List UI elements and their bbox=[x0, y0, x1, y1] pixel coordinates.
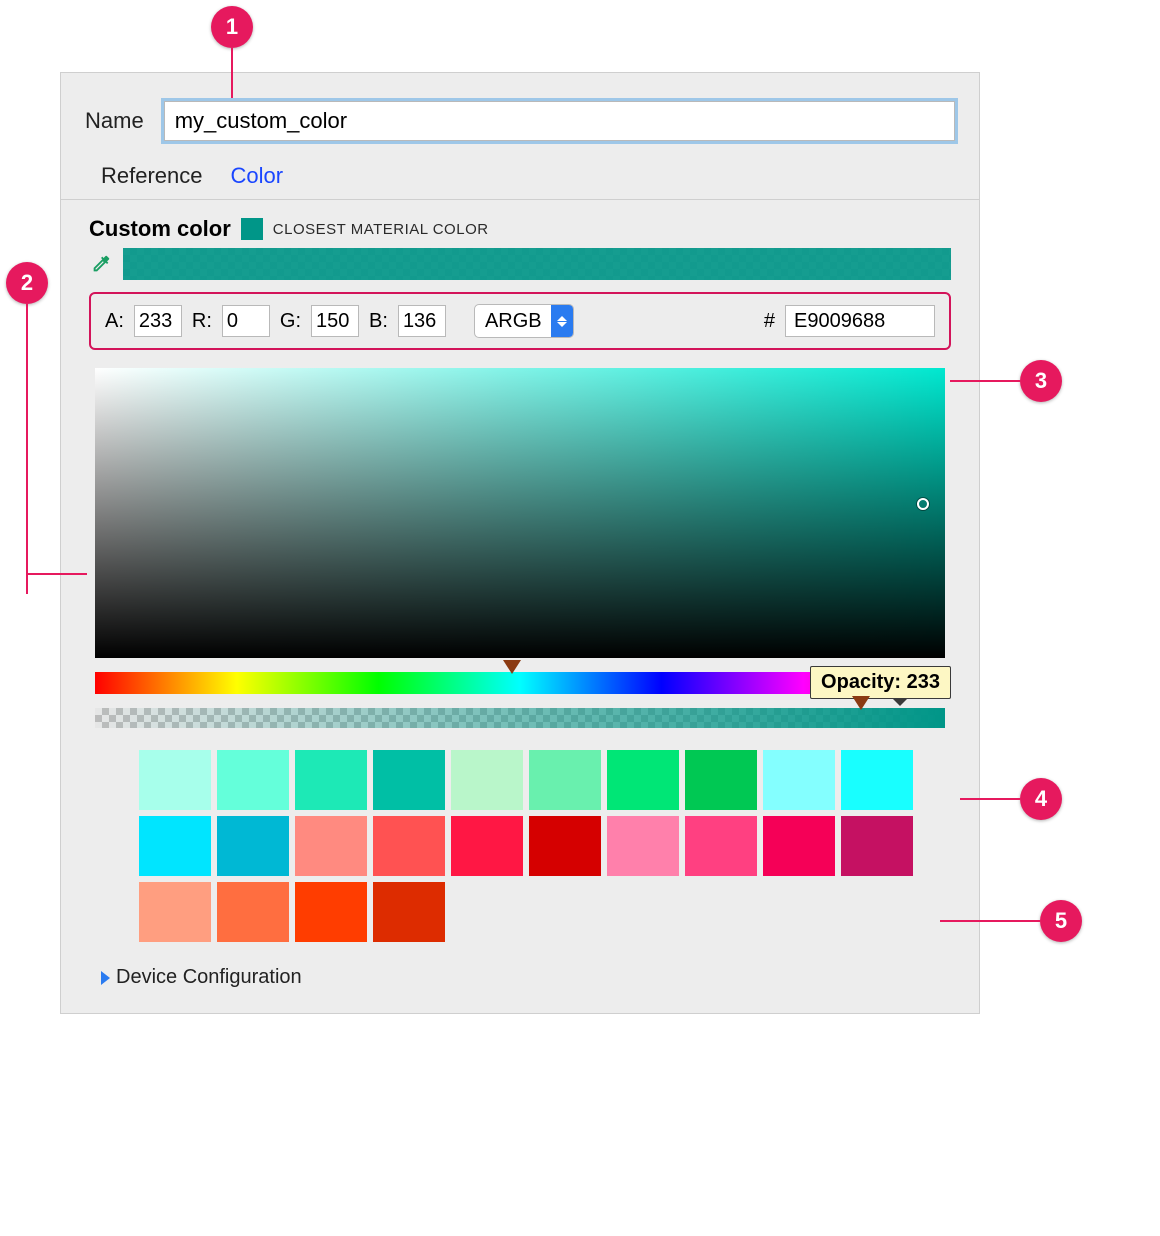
saturation-value-field[interactable] bbox=[95, 368, 945, 658]
color-swatch[interactable] bbox=[607, 816, 679, 876]
annotation-4: 4 bbox=[1020, 778, 1062, 820]
hue-handle-icon[interactable] bbox=[503, 660, 521, 674]
color-preview-bar bbox=[123, 248, 951, 280]
color-swatch[interactable] bbox=[607, 750, 679, 810]
argb-value-row: A: R: G: B: ARGB # bbox=[89, 292, 951, 350]
color-swatch[interactable] bbox=[139, 750, 211, 810]
annotation-1: 1 bbox=[211, 6, 253, 48]
green-label: G: bbox=[280, 310, 301, 333]
color-swatch[interactable] bbox=[451, 816, 523, 876]
color-swatch[interactable] bbox=[295, 816, 367, 876]
color-swatch[interactable] bbox=[295, 882, 367, 942]
custom-color-title: Custom color bbox=[89, 216, 231, 242]
hex-hash-label: # bbox=[764, 310, 775, 333]
color-swatch[interactable] bbox=[841, 816, 913, 876]
eyedropper-icon[interactable] bbox=[89, 252, 113, 276]
hex-input[interactable] bbox=[785, 305, 935, 337]
disclosure-triangle-icon bbox=[101, 971, 110, 985]
color-swatch[interactable] bbox=[217, 882, 289, 942]
color-swatch[interactable] bbox=[373, 882, 445, 942]
color-mode-select[interactable]: ARGB bbox=[474, 304, 574, 338]
color-swatch[interactable] bbox=[139, 882, 211, 942]
closest-material-swatch[interactable] bbox=[241, 218, 263, 240]
opacity-handle-icon[interactable] bbox=[852, 696, 870, 710]
color-mode-value: ARGB bbox=[485, 310, 542, 333]
sv-cursor-icon bbox=[917, 498, 929, 510]
chevron-updown-icon bbox=[551, 305, 573, 337]
red-label: R: bbox=[192, 310, 212, 333]
tab-bar: Reference Color bbox=[61, 163, 979, 200]
color-swatch[interactable] bbox=[529, 750, 601, 810]
device-configuration-label: Device Configuration bbox=[116, 966, 302, 989]
annotation-3: 3 bbox=[1020, 360, 1062, 402]
color-swatch[interactable] bbox=[763, 750, 835, 810]
blue-label: B: bbox=[369, 310, 388, 333]
tab-color[interactable]: Color bbox=[231, 163, 284, 189]
color-swatch[interactable] bbox=[373, 750, 445, 810]
color-swatch[interactable] bbox=[373, 816, 445, 876]
color-swatch[interactable] bbox=[685, 816, 757, 876]
custom-color-header: Custom color CLOSEST MATERIAL COLOR bbox=[89, 216, 951, 242]
closest-material-label: CLOSEST MATERIAL COLOR bbox=[273, 221, 489, 238]
blue-input[interactable] bbox=[398, 305, 446, 337]
annotation-2: 2 bbox=[6, 262, 48, 304]
name-input[interactable] bbox=[164, 101, 955, 141]
color-swatch[interactable] bbox=[295, 750, 367, 810]
color-swatch[interactable] bbox=[529, 816, 601, 876]
color-swatch[interactable] bbox=[217, 816, 289, 876]
swatch-row bbox=[139, 750, 951, 810]
swatch-row bbox=[139, 816, 951, 876]
color-swatch[interactable] bbox=[685, 750, 757, 810]
alpha-label: A: bbox=[105, 310, 124, 333]
alpha-input[interactable] bbox=[134, 305, 182, 337]
material-swatches bbox=[139, 750, 951, 942]
device-configuration-row[interactable]: Device Configuration bbox=[89, 948, 951, 993]
color-swatch[interactable] bbox=[139, 816, 211, 876]
tab-reference[interactable]: Reference bbox=[101, 163, 203, 189]
opacity-tooltip: Opacity: 233 bbox=[810, 666, 951, 699]
name-label: Name bbox=[85, 108, 144, 134]
name-row: Name bbox=[61, 73, 979, 163]
red-input[interactable] bbox=[222, 305, 270, 337]
color-swatch[interactable] bbox=[451, 750, 523, 810]
color-swatch[interactable] bbox=[217, 750, 289, 810]
color-swatch[interactable] bbox=[841, 750, 913, 810]
green-input[interactable] bbox=[311, 305, 359, 337]
color-resource-panel: Name Reference Color Custom color CLOSES… bbox=[60, 72, 980, 1014]
opacity-slider[interactable]: Opacity: 233 bbox=[95, 708, 945, 728]
swatch-row bbox=[139, 882, 951, 942]
annotation-5: 5 bbox=[1040, 900, 1082, 942]
color-swatch[interactable] bbox=[763, 816, 835, 876]
